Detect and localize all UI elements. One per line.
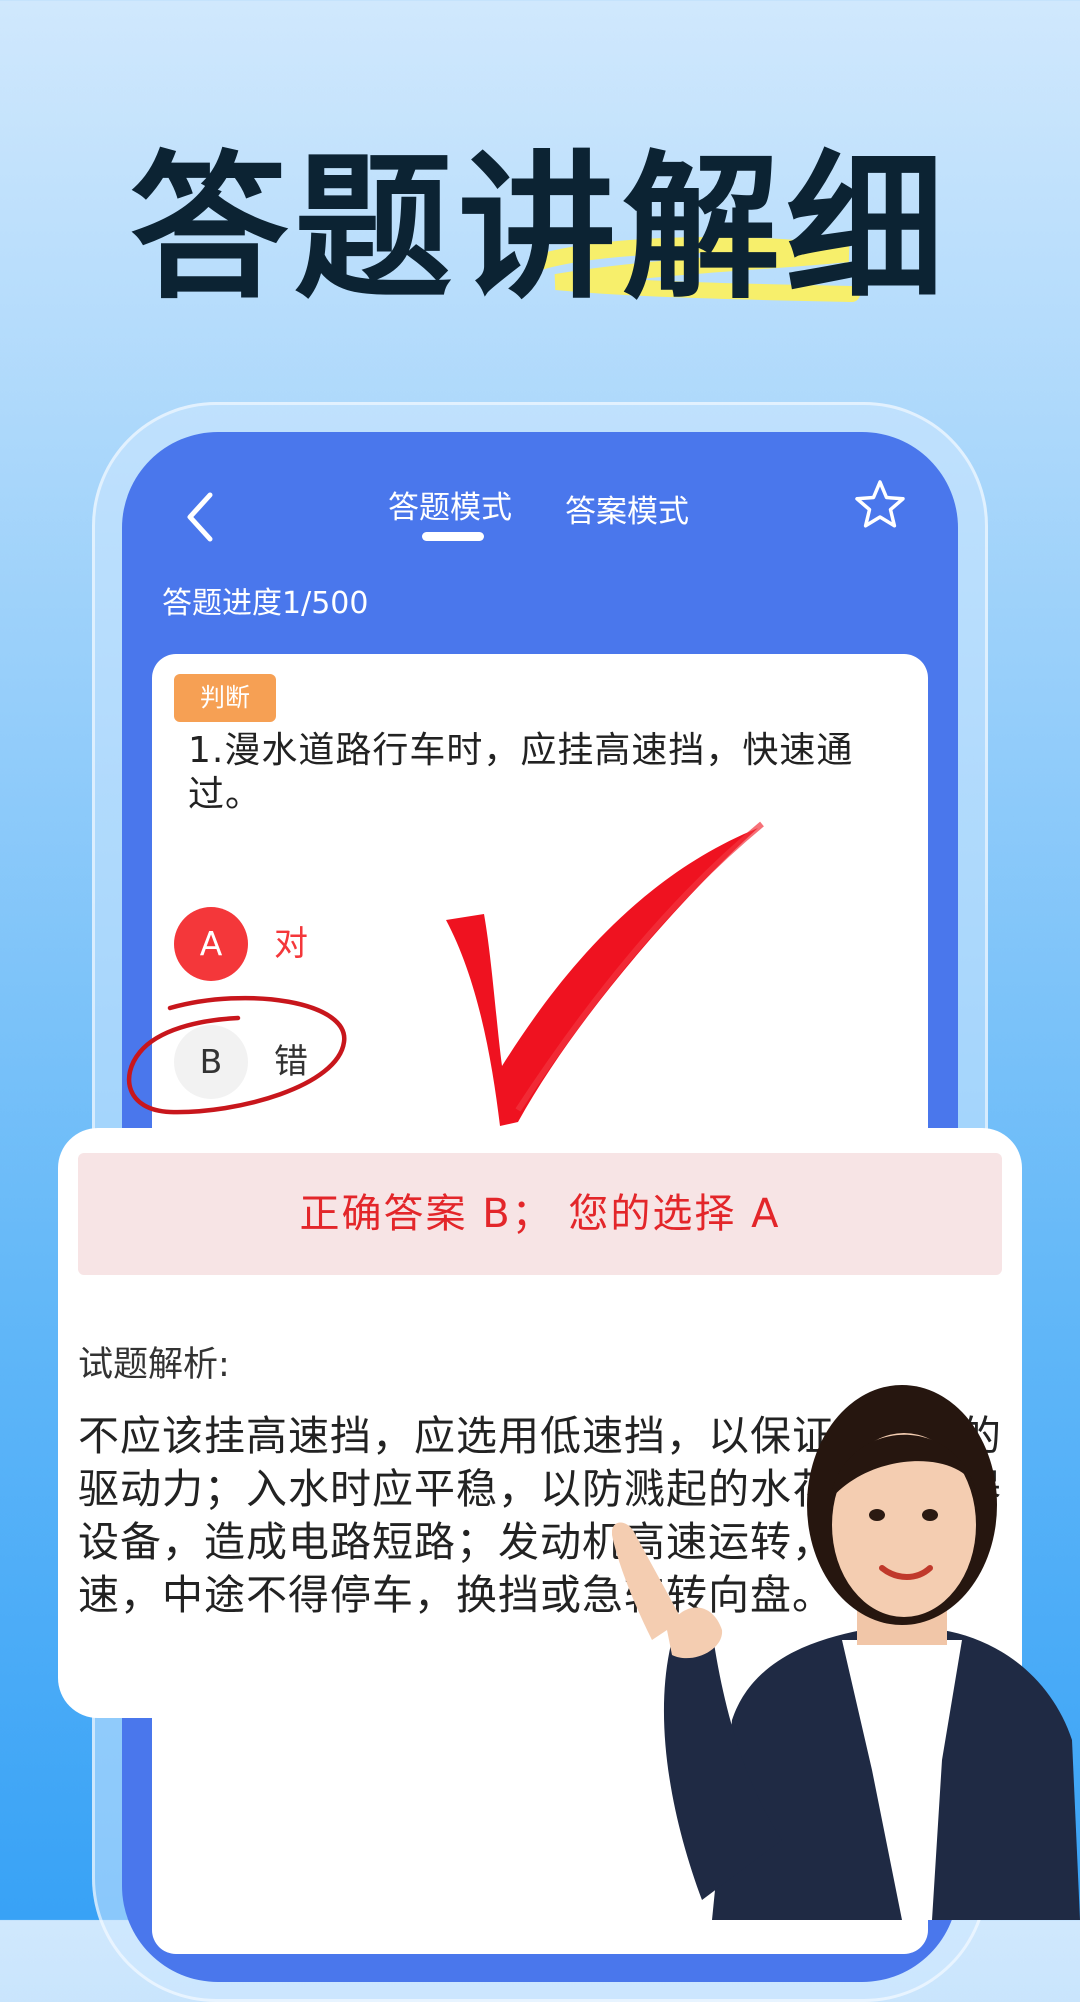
presenter-woman-image — [612, 1385, 1080, 1920]
chevron-left-icon — [187, 492, 213, 542]
question-text: 1.漫水道路行车时，应挂高速挡，快速通过。 — [188, 730, 854, 815]
active-tab-indicator — [422, 532, 484, 541]
analysis-title: 试题解析: — [78, 1345, 230, 1385]
progress-text: 答题进度1/500 — [162, 586, 369, 621]
option-text: 对 — [274, 924, 308, 964]
favorite-button[interactable] — [852, 477, 908, 533]
answer-result-banner: 正确答案 B； 您的选择 A — [78, 1153, 1002, 1275]
tab-key-mode[interactable]: 答案模式 — [565, 486, 689, 531]
option-letter: A — [174, 907, 248, 981]
option-a[interactable]: A 对 — [174, 907, 474, 981]
star-outline-icon — [855, 480, 905, 528]
back-button[interactable] — [180, 487, 220, 547]
red-circle-annotation — [126, 995, 347, 1115]
question-type-badge: 判断 — [174, 674, 276, 722]
tab-answer-mode[interactable]: 答题模式 — [388, 482, 512, 527]
red-check-mark-icon — [446, 821, 764, 1126]
headline: 答题讲解细 — [130, 137, 950, 321]
